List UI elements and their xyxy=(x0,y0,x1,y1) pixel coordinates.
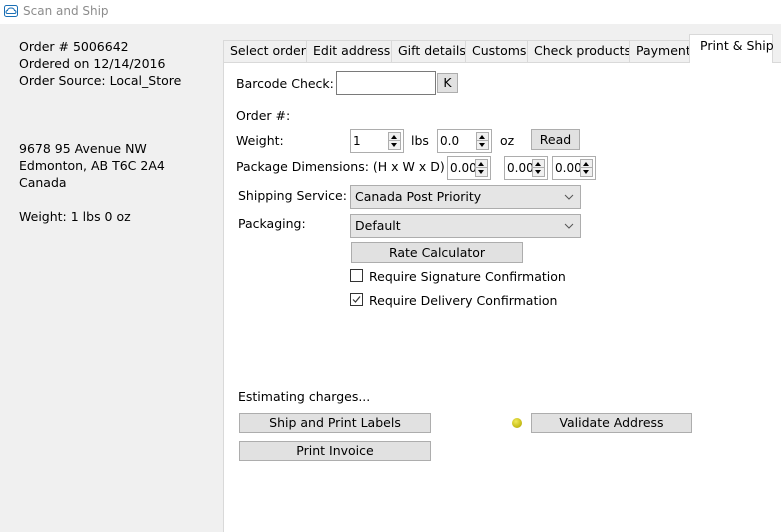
tab-check-products[interactable]: Check products xyxy=(527,40,631,62)
print-ship-panel: Barcode Check: K Order #: Weight: 1 lbs … xyxy=(223,62,781,532)
order-source: Order Source: Local_Store xyxy=(19,73,182,88)
spin-down-icon[interactable] xyxy=(389,141,400,149)
packaging-select[interactable]: Default xyxy=(350,214,581,238)
dimension-depth-spinner[interactable]: 0.00 xyxy=(552,156,596,180)
tab-payment[interactable]: Payment xyxy=(629,40,691,62)
delivery-confirmation-checkbox[interactable] xyxy=(350,293,363,306)
tab-gift-details[interactable]: Gift details xyxy=(391,40,466,62)
checkmark-icon xyxy=(352,296,361,303)
barcode-input[interactable] xyxy=(336,71,436,95)
tab-print-ship[interactable]: Print & Ship xyxy=(689,34,774,63)
chevron-down-icon xyxy=(564,223,574,229)
dimension-width-spinner[interactable]: 0.00 xyxy=(504,156,548,180)
validate-address-button[interactable]: Validate Address xyxy=(531,413,692,433)
spin-up-icon[interactable] xyxy=(476,160,487,168)
dimension-depth-arrows[interactable] xyxy=(580,159,593,177)
dimension-width-arrows[interactable] xyxy=(532,159,545,177)
print-invoice-button[interactable]: Print Invoice xyxy=(239,441,431,461)
shipping-service-select[interactable]: Canada Post Priority xyxy=(350,185,581,209)
spin-down-icon[interactable] xyxy=(476,168,487,176)
weight-oz-arrows[interactable] xyxy=(476,132,489,150)
packaging-value: Default xyxy=(355,218,401,233)
address-status-indicator-icon xyxy=(512,418,522,428)
spin-up-icon[interactable] xyxy=(477,133,488,141)
spin-down-icon[interactable] xyxy=(581,168,592,176)
spin-up-icon[interactable] xyxy=(533,160,544,168)
order-summary-panel: Order # 5006642 Ordered on 12/14/2016 Or… xyxy=(0,24,222,532)
chevron-down-icon xyxy=(564,194,574,200)
shipping-service-label: Shipping Service: xyxy=(238,188,347,203)
barcode-k-button[interactable]: K xyxy=(437,73,458,93)
address-line1: 9678 95 Avenue NW xyxy=(19,141,147,156)
weight-lbs-spinner[interactable]: 1 xyxy=(350,129,404,153)
spin-down-icon[interactable] xyxy=(477,141,488,149)
dimension-height-value: 0.00 xyxy=(450,161,477,175)
oz-unit-label: oz xyxy=(500,133,515,148)
app-cloud-icon xyxy=(4,5,18,17)
weight-label: Weight: xyxy=(236,133,284,148)
dimension-height-arrows[interactable] xyxy=(475,159,488,177)
order-number-label: Order #: xyxy=(236,108,291,123)
spin-up-icon[interactable] xyxy=(581,160,592,168)
dimension-height-spinner[interactable]: 0.00 xyxy=(447,156,491,180)
address-country: Canada xyxy=(19,175,67,190)
package-dimensions-label: Package Dimensions: (H x W x D) xyxy=(236,159,445,174)
title-bar: Scan and Ship xyxy=(0,0,781,24)
rate-calculator-button[interactable]: Rate Calculator xyxy=(351,242,523,263)
signature-confirmation-checkbox[interactable] xyxy=(350,269,363,282)
ordered-on-date: Ordered on 12/14/2016 xyxy=(19,56,166,71)
weight-lbs-arrows[interactable] xyxy=(388,132,401,150)
weight-lbs-value: 1 xyxy=(353,134,361,148)
tab-edit-address[interactable]: Edit address xyxy=(306,40,392,62)
order-number: Order # 5006642 xyxy=(19,39,129,54)
read-weight-button[interactable]: Read xyxy=(531,129,580,150)
weight-oz-value: 0.0 xyxy=(440,134,460,148)
barcode-check-label: Barcode Check: xyxy=(236,76,334,91)
lbs-unit-label: lbs xyxy=(411,133,429,148)
window-title: Scan and Ship xyxy=(23,4,109,18)
estimating-status-text: Estimating charges... xyxy=(238,389,371,404)
dimension-width-value: 0.00 xyxy=(507,161,534,175)
tab-customs[interactable]: Customs xyxy=(465,40,528,62)
signature-confirmation-label[interactable]: Require Signature Confirmation xyxy=(369,269,566,284)
shipping-service-value: Canada Post Priority xyxy=(355,189,482,204)
tab-select-order[interactable]: Select order xyxy=(223,40,307,62)
spin-up-icon[interactable] xyxy=(389,133,400,141)
address-line2: Edmonton, AB T6C 2A4 xyxy=(19,158,165,173)
weight-oz-spinner[interactable]: 0.0 xyxy=(437,129,492,153)
delivery-confirmation-label[interactable]: Require Delivery Confirmation xyxy=(369,293,557,308)
ship-print-labels-button[interactable]: Ship and Print Labels xyxy=(239,413,431,433)
dimension-depth-value: 0.00 xyxy=(555,161,582,175)
spin-down-icon[interactable] xyxy=(533,168,544,176)
order-weight: Weight: 1 lbs 0 oz xyxy=(19,209,131,224)
packaging-label: Packaging: xyxy=(238,216,306,231)
